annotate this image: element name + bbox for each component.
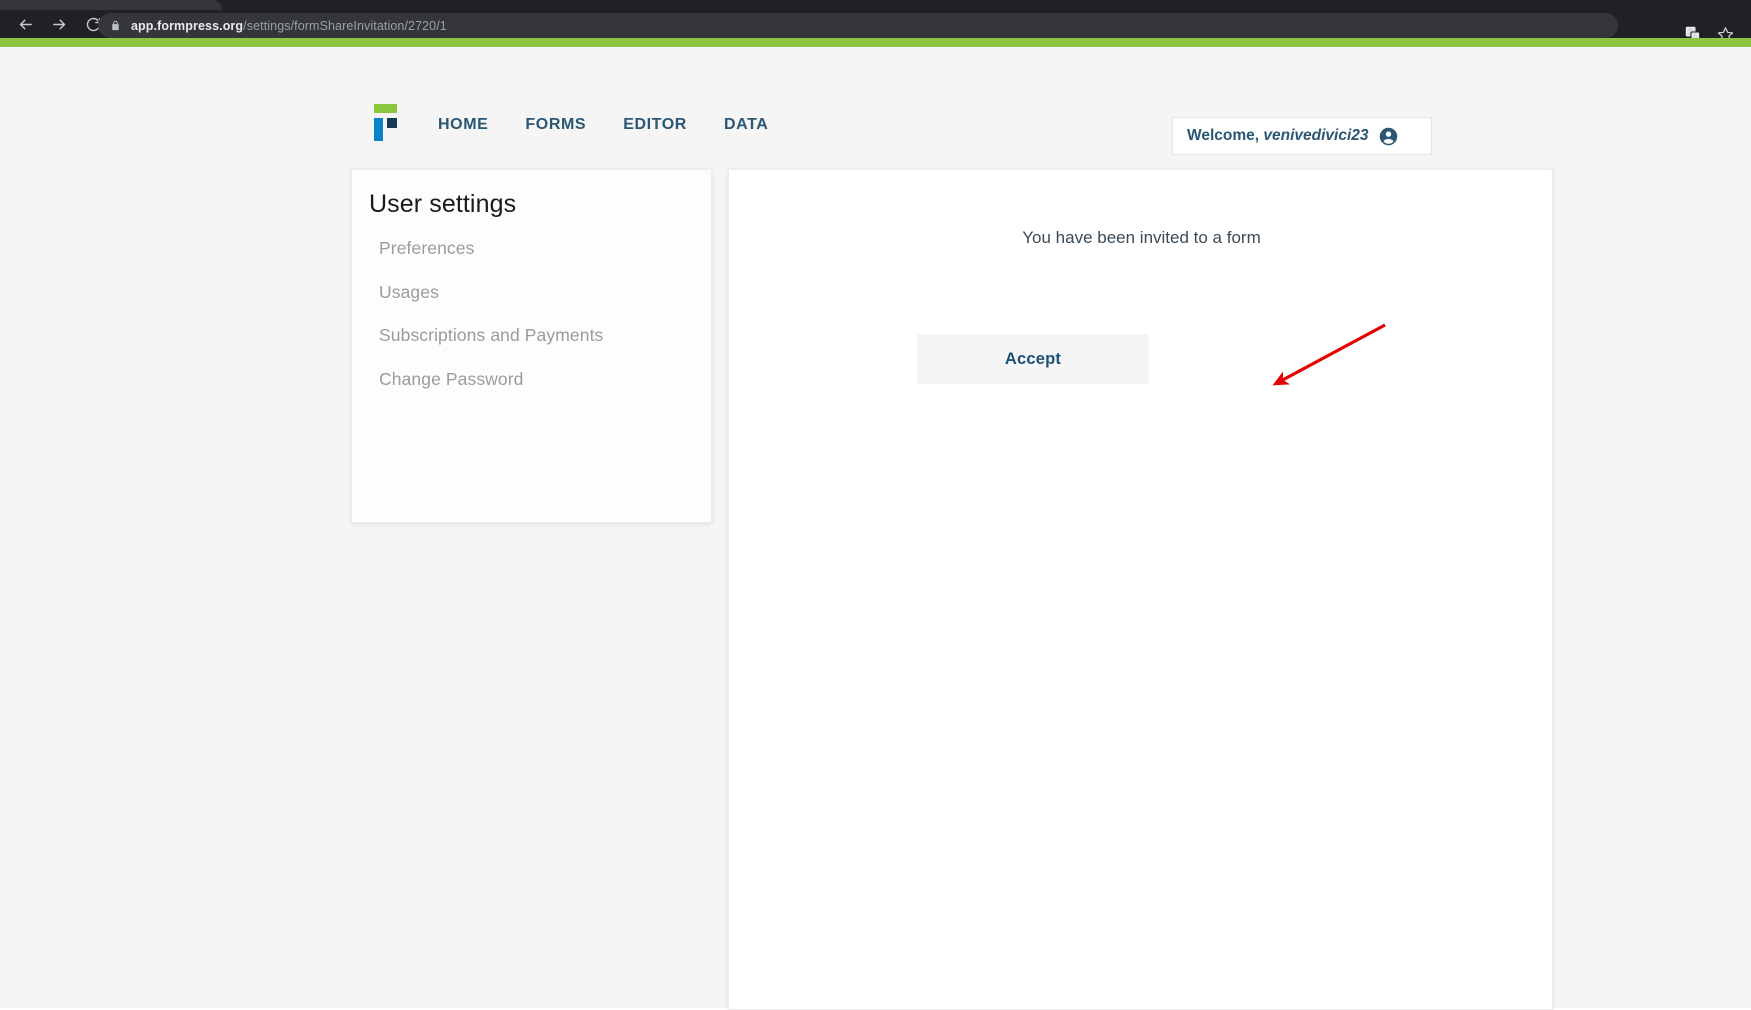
browser-tab-strip (0, 0, 1751, 10)
account-circle-icon[interactable] (1378, 126, 1399, 147)
form-invitation-card: You have been invited to a form Accept (728, 169, 1553, 1010)
page-body: HOME FORMS EDITOR DATA Welcome, venivedi… (0, 38, 1751, 1010)
formpress-logo[interactable] (366, 104, 397, 141)
browser-toolbar: app.formpress.org/settings/formShareInvi… (0, 10, 1751, 41)
browser-chrome: app.formpress.org/settings/formShareInvi… (0, 0, 1751, 41)
welcome-prefix: Welcome, (1187, 127, 1260, 144)
user-menu-button[interactable]: Welcome, venivedivici23 (1172, 117, 1432, 155)
back-arrow-icon[interactable] (8, 10, 42, 38)
user-settings-card: User settings Preferences Usages Subscri… (351, 169, 712, 523)
page-title: User settings (369, 190, 517, 218)
nav-item-home[interactable]: HOME (438, 116, 488, 134)
app-header: HOME FORMS EDITOR DATA Welcome, venivedi… (0, 47, 1751, 155)
logo-green-bar (374, 104, 397, 113)
url-path: /settings/formShareInvitation/2720/1 (243, 18, 447, 33)
lock-icon (110, 19, 121, 32)
settings-menu: Preferences Usages Subscriptions and Pay… (379, 239, 603, 389)
nav-item-forms[interactable]: FORMS (525, 116, 586, 134)
forward-arrow-icon[interactable] (42, 10, 76, 38)
logo-navy-square (387, 118, 397, 128)
invitation-message: You have been invited to a form (1022, 228, 1261, 247)
sidebar-item-change-password[interactable]: Change Password (379, 370, 603, 389)
logo-blue-bar (374, 118, 383, 141)
address-bar-url: app.formpress.org/settings/formShareInvi… (131, 19, 447, 33)
nav-item-editor[interactable]: EDITOR (623, 116, 687, 134)
nav-item-data[interactable]: DATA (724, 116, 768, 134)
browser-active-tab[interactable] (0, 0, 222, 10)
accept-button[interactable]: Accept (917, 334, 1149, 384)
sidebar-item-subscriptions-and-payments[interactable]: Subscriptions and Payments (379, 326, 603, 345)
sidebar-item-preferences[interactable]: Preferences (379, 239, 603, 258)
address-bar[interactable]: app.formpress.org/settings/formShareInvi… (98, 13, 1618, 38)
sidebar-item-usages[interactable]: Usages (379, 283, 603, 302)
brand-accent-bar (0, 38, 1751, 47)
welcome-username: venivedivici23 (1263, 127, 1369, 144)
url-host: app.formpress.org (131, 18, 244, 33)
main-navigation: HOME FORMS EDITOR DATA (438, 116, 768, 134)
welcome-label: Welcome, venivedivici23 (1187, 127, 1369, 145)
